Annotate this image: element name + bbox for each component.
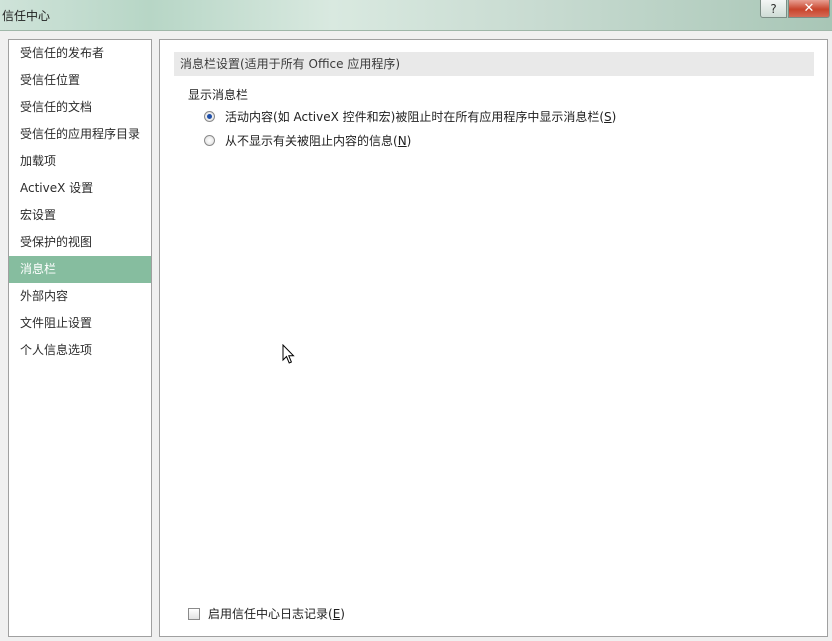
accel-key-s: S bbox=[604, 110, 612, 124]
sidebar-item-message-bar[interactable]: 消息栏 bbox=[9, 256, 151, 283]
radio-button-selected[interactable] bbox=[204, 111, 215, 122]
sidebar-item-file-block-settings[interactable]: 文件阻止设置 bbox=[9, 310, 151, 337]
help-icon: ? bbox=[770, 1, 777, 16]
sidebar-item-macro-settings[interactable]: 宏设置 bbox=[9, 202, 151, 229]
enable-logging-checkbox[interactable] bbox=[188, 607, 200, 620]
radio-label-show: 活动内容(如 ActiveX 控件和宏)被阻止时在所有应用程序中显示消息栏(S) bbox=[225, 108, 616, 125]
enable-logging-suffix: ) bbox=[340, 607, 345, 621]
enable-logging-option[interactable]: 启用信任中心日志记录(E) bbox=[188, 605, 345, 622]
settings-panel: 消息栏设置(适用于所有 Office 应用程序) 显示消息栏 活动内容(如 Ac… bbox=[159, 39, 828, 637]
sidebar-item-trusted-publishers[interactable]: 受信任的发布者 bbox=[9, 40, 151, 67]
sidebar-item-activex-settings[interactable]: ActiveX 设置 bbox=[9, 175, 151, 202]
sidebar-item-trusted-documents[interactable]: 受信任的文档 bbox=[9, 94, 151, 121]
close-button[interactable]: ✕ bbox=[788, 0, 830, 18]
radio-button[interactable] bbox=[204, 135, 215, 146]
mouse-pointer-icon bbox=[282, 344, 295, 364]
accel-key-n: N bbox=[397, 134, 407, 148]
enable-logging-text: 启用信任中心日志记录( bbox=[208, 607, 333, 621]
sidebar-item-protected-view[interactable]: 受保护的视图 bbox=[9, 229, 151, 256]
radio-label-never-suffix: ) bbox=[406, 134, 412, 148]
help-button[interactable]: ? bbox=[760, 0, 787, 18]
enable-logging-label: 启用信任中心日志记录(E) bbox=[208, 605, 345, 622]
sidebar-item-privacy-options[interactable]: 个人信息选项 bbox=[9, 337, 151, 364]
sidebar-item-trusted-app-catalogs[interactable]: 受信任的应用程序目录 bbox=[9, 121, 151, 148]
close-icon: ✕ bbox=[803, 1, 815, 16]
title-bar: 信任中心 ? ✕ bbox=[0, 0, 832, 31]
radio-label-never-text: 从不显示有关被阻止内容的信息( bbox=[225, 134, 398, 148]
sidebar-nav: 受信任的发布者 受信任位置 受信任的文档 受信任的应用程序目录 加载项 Acti… bbox=[8, 39, 152, 637]
group-label-show-message-bar: 显示消息栏 bbox=[188, 88, 249, 102]
sidebar-item-external-content[interactable]: 外部内容 bbox=[9, 283, 151, 310]
radio-label-show-text: 活动内容(如 ActiveX 控件和宏)被阻止时在所有应用程序中显示消息栏( bbox=[225, 110, 605, 124]
sidebar-item-trusted-locations[interactable]: 受信任位置 bbox=[9, 67, 151, 94]
sidebar-item-add-ins[interactable]: 加载项 bbox=[9, 148, 151, 175]
radio-option-never-show[interactable]: 从不显示有关被阻止内容的信息(N) bbox=[204, 132, 411, 149]
radio-option-show-message-bar[interactable]: 活动内容(如 ActiveX 控件和宏)被阻止时在所有应用程序中显示消息栏(S) bbox=[204, 108, 616, 125]
section-title: 消息栏设置(适用于所有 Office 应用程序) bbox=[174, 52, 814, 76]
radio-label-never: 从不显示有关被阻止内容的信息(N) bbox=[225, 132, 411, 149]
radio-label-show-suffix: ) bbox=[611, 110, 617, 124]
window-title: 信任中心 bbox=[2, 9, 51, 23]
